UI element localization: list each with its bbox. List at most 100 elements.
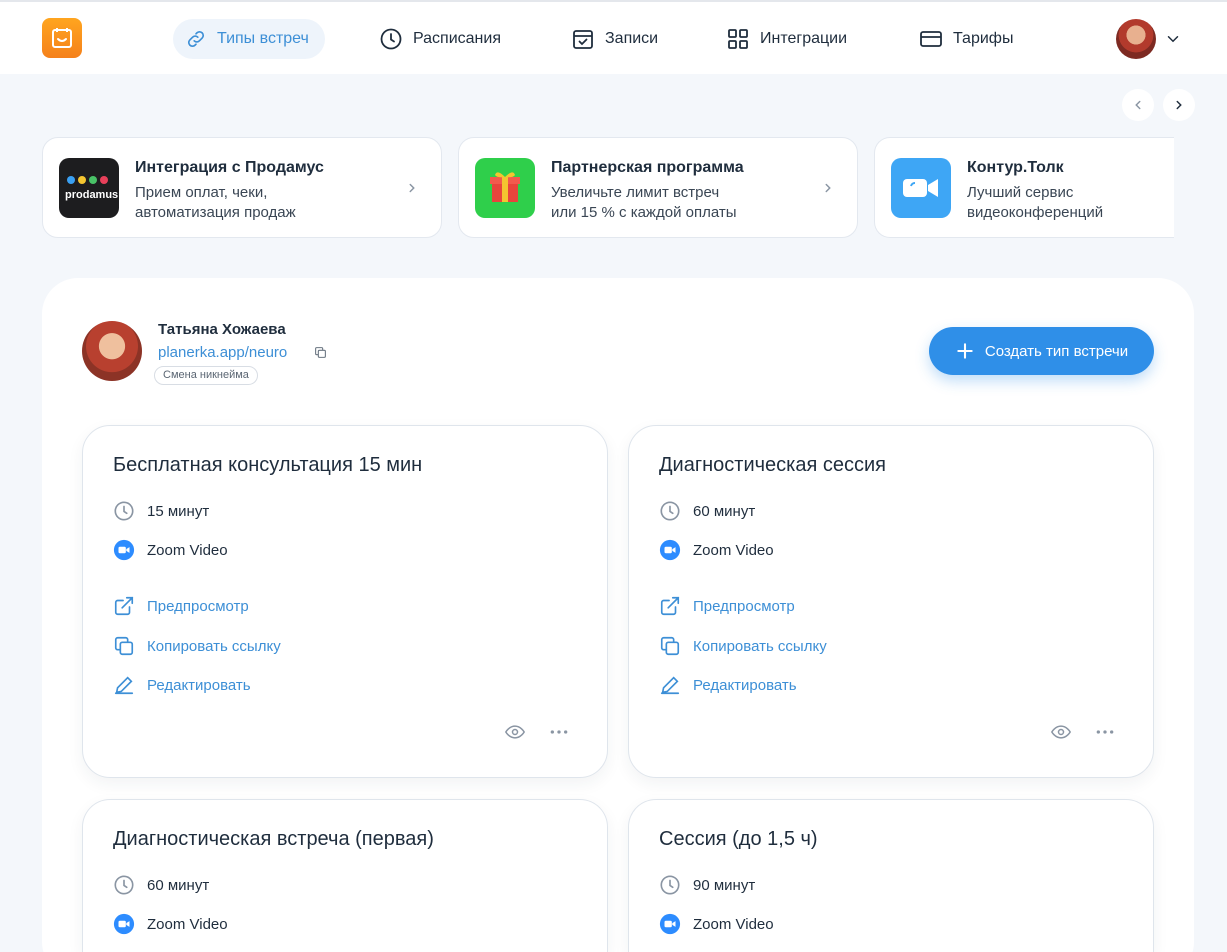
nav-meeting-types[interactable]: Типы встреч [173, 19, 325, 59]
promo-desc-line: Лучший сервис [967, 184, 1074, 201]
more-options-icon[interactable] [549, 722, 569, 742]
copy-label: Копировать ссылку [693, 637, 827, 655]
location-text: Zoom Video [147, 541, 228, 559]
promo-title: Интеграция с Продамус [135, 159, 324, 176]
event-location: Zoom Video [659, 913, 774, 935]
create-button-label: Создать тип встречи [984, 342, 1129, 360]
eye-icon[interactable] [1051, 722, 1071, 742]
calendar-check-icon [573, 30, 593, 49]
copy-link-action[interactable]: Копировать ссылку [659, 635, 827, 657]
profile-avatar [82, 321, 142, 381]
card-icon [920, 31, 942, 47]
preview-label: Предпросмотр [693, 597, 795, 615]
promo-title: Контур.Толк [967, 159, 1064, 176]
nav-label: Тарифы [953, 30, 1014, 47]
event-duration: 15 минут [113, 500, 209, 522]
duration-text: 60 минут [147, 876, 210, 894]
zoom-icon [113, 913, 135, 935]
promo-desc-line: или 15 % с каждой оплаты [551, 204, 737, 221]
app-logo[interactable] [42, 18, 82, 58]
location-text: Zoom Video [147, 915, 228, 933]
event-title: Диагностическая встреча (первая) [113, 828, 434, 850]
chevron-right-icon [1176, 100, 1182, 110]
event-type-card[interactable]: Бесплатная консультация 15 мин 15 минут … [82, 425, 608, 778]
event-location: Zoom Video [113, 913, 228, 935]
link-icon [187, 30, 205, 48]
profile-name: Татьяна Хожаева [158, 321, 286, 338]
promo-description: Прием оплат, чеки, автоматизация продаж [135, 183, 395, 223]
video-camera-icon [891, 158, 951, 218]
event-type-card[interactable]: Сессия (до 1,5 ч) 90 минут Zoom Video [628, 799, 1154, 952]
chevron-down-icon[interactable] [1164, 30, 1182, 48]
duration-text: 15 минут [147, 502, 210, 520]
nav-label: Записи [605, 30, 659, 47]
location-text: Zoom Video [693, 541, 774, 559]
clock-icon [660, 875, 680, 895]
event-duration: 60 минут [659, 500, 755, 522]
event-type-card[interactable]: Диагностическая встреча (первая) 60 мину… [82, 799, 608, 952]
nav-schedules[interactable]: Расписания [379, 19, 501, 59]
prodamus-logo: prodamus [59, 158, 119, 218]
location-text: Zoom Video [693, 915, 774, 933]
promo-desc-line: Увеличьте лимит встреч [551, 184, 720, 201]
event-duration: 60 минут [113, 874, 209, 896]
chevron-right-icon [825, 183, 831, 193]
carousel-prev-button[interactable] [1122, 89, 1154, 121]
event-duration: 90 минут [659, 874, 755, 896]
plus-icon [957, 343, 973, 359]
event-location: Zoom Video [113, 539, 228, 561]
clock-icon [114, 875, 134, 895]
copy-icon [114, 636, 134, 656]
duration-text: 90 минут [693, 876, 756, 894]
preview-label: Предпросмотр [147, 597, 249, 615]
more-options-icon[interactable] [1095, 722, 1115, 742]
user-avatar[interactable] [1116, 19, 1156, 59]
zoom-icon [659, 913, 681, 935]
external-link-icon [660, 596, 680, 616]
external-link-icon [114, 596, 134, 616]
preview-link[interactable]: Предпросмотр [659, 595, 795, 617]
profile-link[interactable]: planerka.app/neuro [158, 344, 287, 361]
change-nickname-badge[interactable]: Смена никнейма [154, 366, 258, 385]
event-title: Диагностическая сессия [659, 454, 887, 476]
copy-link-action[interactable]: Копировать ссылку [113, 635, 281, 657]
eye-icon[interactable] [505, 722, 525, 742]
nav-pricing[interactable]: Тарифы [919, 19, 1013, 59]
promo-card-kontur[interactable]: Контур.Толк Лучший сервис видеоконференц… [874, 137, 1174, 238]
event-title: Сессия (до 1,5 ч) [659, 828, 818, 850]
copy-label: Копировать ссылку [147, 637, 281, 655]
nav-integrations[interactable]: Интеграции [726, 19, 847, 59]
nav-label: Интеграции [760, 30, 848, 47]
calendar-smile-icon [52, 28, 72, 48]
pencil-icon [660, 676, 680, 695]
zoom-icon [659, 539, 681, 561]
nav-bookings[interactable]: Записи [571, 19, 658, 59]
clock-icon [380, 28, 402, 50]
edit-link[interactable]: Редактировать [113, 674, 251, 696]
promo-title: Партнерская программа [551, 159, 744, 176]
create-meeting-type-button[interactable]: Создать тип встречи [929, 327, 1154, 375]
gift-icon [475, 158, 535, 218]
preview-link[interactable]: Предпросмотр [113, 595, 249, 617]
pencil-icon [114, 676, 134, 695]
promo-card-partner[interactable]: Партнерская программа Увеличьте лимит вс… [458, 137, 858, 238]
carousel-next-button[interactable] [1163, 89, 1195, 121]
promo-description: Увеличьте лимит встреч или 15 % с каждой… [551, 183, 811, 223]
prodamus-logo-text: prodamus [65, 189, 119, 201]
event-title: Бесплатная консультация 15 мин [113, 454, 423, 476]
edit-link[interactable]: Редактировать [659, 674, 797, 696]
top-navigation-bar: Типы встреч Расписания Записи Интеграции… [0, 0, 1227, 74]
promo-card-prodamus[interactable]: prodamus Интеграция с Продамус Прием опл… [42, 137, 442, 238]
promo-desc-line: Прием оплат, чеки, [135, 184, 268, 201]
copy-icon[interactable] [314, 346, 327, 359]
chevron-left-icon [1135, 100, 1141, 110]
nav-label: Типы встреч [217, 30, 309, 47]
zoom-icon [113, 539, 135, 561]
nav-label: Расписания [413, 30, 501, 47]
duration-text: 60 минут [693, 502, 756, 520]
edit-label: Редактировать [693, 676, 797, 694]
event-location: Zoom Video [659, 539, 774, 561]
clock-icon [114, 501, 134, 521]
event-type-card[interactable]: Диагностическая сессия 60 минут Zoom Vid… [628, 425, 1154, 778]
edit-label: Редактировать [147, 676, 251, 694]
